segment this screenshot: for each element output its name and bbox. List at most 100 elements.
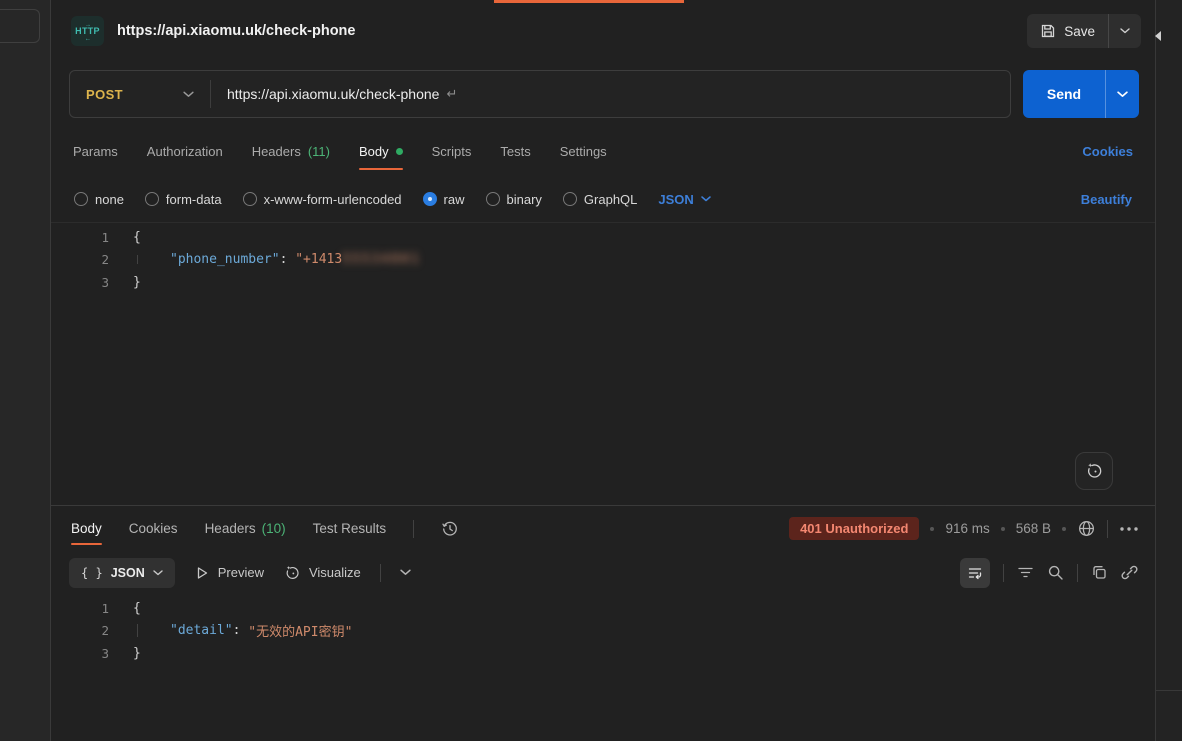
search-button[interactable] [1047,564,1064,581]
tab-params[interactable]: Params [73,126,118,176]
mode-none[interactable]: none [74,192,124,207]
line-number: 3 [51,646,109,661]
mode-raw[interactable]: raw [423,192,465,207]
response-tab-cookies[interactable]: Cookies [129,506,178,551]
save-button[interactable]: Save [1027,14,1141,48]
more-options-button[interactable] [1119,526,1139,532]
radio-form-data[interactable] [145,192,159,206]
mode-graphql[interactable]: GraphQL [563,192,637,207]
more-options-icon [1119,526,1139,532]
mode-form-data[interactable]: form-data [145,192,222,207]
url-input[interactable]: https://api.xiaomu.uk/check-phone ↵ [211,86,473,102]
url-value: https://api.xiaomu.uk/check-phone [227,86,439,102]
chevron-down-icon [701,196,711,202]
chevron-down-icon [153,570,163,576]
request-tabs: Params Authorization Headers (11) Body S… [51,126,1155,176]
chevron-down-icon [183,91,194,98]
status-badge[interactable]: 401 Unauthorized [789,517,919,540]
save-button-main[interactable]: Save [1027,14,1108,48]
response-tab-body[interactable]: Body [71,506,102,551]
wrap-text-button[interactable] [960,558,990,588]
json-value-visible: "+1413 [295,252,342,267]
history-button[interactable] [441,520,459,538]
send-button[interactable]: Send [1023,70,1139,118]
format-expand-button[interactable] [400,569,411,576]
request-title: https://api.xiaomu.uk/check-phone [117,23,355,39]
send-options-button[interactable] [1106,70,1139,118]
tab-scripts[interactable]: Scripts [432,126,472,176]
response-format-select[interactable]: { } JSON [69,558,175,588]
save-options-button[interactable] [1109,14,1141,48]
body-mode-row: none form-data x-www-form-urlencoded raw… [51,176,1155,222]
copy-button[interactable] [1091,564,1108,581]
radio-urlencoded[interactable] [243,192,257,206]
json-key: "phone_number" [170,252,280,267]
network-info-button[interactable] [1077,519,1096,538]
link-button[interactable] [1121,564,1138,581]
code-line: 1 { [51,597,1155,620]
mode-urlencoded[interactable]: x-www-form-urlencoded [243,192,402,207]
url-row: POST https://api.xiaomu.uk/check-phone ↵… [51,62,1155,126]
preview-button[interactable]: Preview [194,565,264,581]
send-button-main[interactable]: Send [1023,70,1105,118]
response-tab-test-results[interactable]: Test Results [313,506,387,551]
tab-settings[interactable]: Settings [560,126,607,176]
http-method-icon: → HTTP ← [71,16,104,46]
line-number: 2 [51,623,109,638]
right-sidebar [1155,0,1182,741]
sidebar-stub[interactable] [0,9,40,43]
response-size[interactable]: 568 B [1016,521,1051,536]
response-toolbar: { } JSON Preview Visualize [51,551,1155,594]
collapse-arrow-icon[interactable] [1155,31,1161,41]
cookies-link[interactable]: Cookies [1082,144,1133,159]
radio-raw-selected[interactable] [423,192,437,206]
mode-binary[interactable]: binary [486,192,542,207]
filter-icon [1017,565,1034,580]
code-line: 2 "detail": "无效的API密钥" [51,620,1155,643]
dot-separator [1001,527,1005,531]
divider [380,564,381,582]
tab-tests[interactable]: Tests [500,126,530,176]
beautify-link[interactable]: Beautify [1081,192,1132,207]
request-panel: → HTTP ← https://api.xiaomu.uk/check-pho… [51,0,1155,741]
radio-graphql[interactable] [563,192,577,206]
dot-separator [1062,527,1066,531]
code-line: 1 { [51,226,1155,249]
tab-body[interactable]: Body [359,126,403,176]
postbot-button[interactable] [1075,452,1113,490]
dot-separator [930,527,934,531]
divider [1077,564,1078,582]
divider [1003,564,1004,582]
radio-none[interactable] [74,192,88,206]
headers-count-badge: (11) [308,144,330,159]
return-icon: ↵ [446,86,457,102]
line-number: 1 [51,601,109,616]
globe-icon [1077,519,1096,538]
history-icon [441,520,459,538]
copy-icon [1091,564,1108,581]
method-selector[interactable]: POST [70,71,210,117]
headers-count-badge: (10) [262,521,286,536]
line-number: 1 [51,230,109,245]
divider [1156,690,1182,691]
wrap-text-icon [967,565,983,581]
tab-authorization[interactable]: Authorization [147,126,223,176]
response-tools [960,558,1138,588]
radio-binary[interactable] [486,192,500,206]
divider [413,520,414,538]
chevron-down-icon [1117,91,1128,98]
tab-headers[interactable]: Headers (11) [252,126,330,176]
visualize-button[interactable]: Visualize [283,564,361,582]
line-number: 2 [51,252,109,267]
json-value-redacted: 55534801 [342,252,421,267]
response-body-editor[interactable]: 1 { 2 "detail": "无效的API密钥" 3 } [51,594,1155,741]
body-modified-dot [396,148,403,155]
postbot-icon [1084,461,1104,481]
braces-icon: { } [81,566,103,580]
send-label: Send [1047,86,1081,102]
raw-language-select[interactable]: JSON [658,192,710,207]
filter-button[interactable] [1017,565,1034,580]
request-body-editor[interactable]: 1 { 2 "phone_number": "+141355534801 3 } [51,222,1155,505]
response-time[interactable]: 916 ms [945,521,989,536]
response-tab-headers[interactable]: Headers (10) [205,506,286,551]
